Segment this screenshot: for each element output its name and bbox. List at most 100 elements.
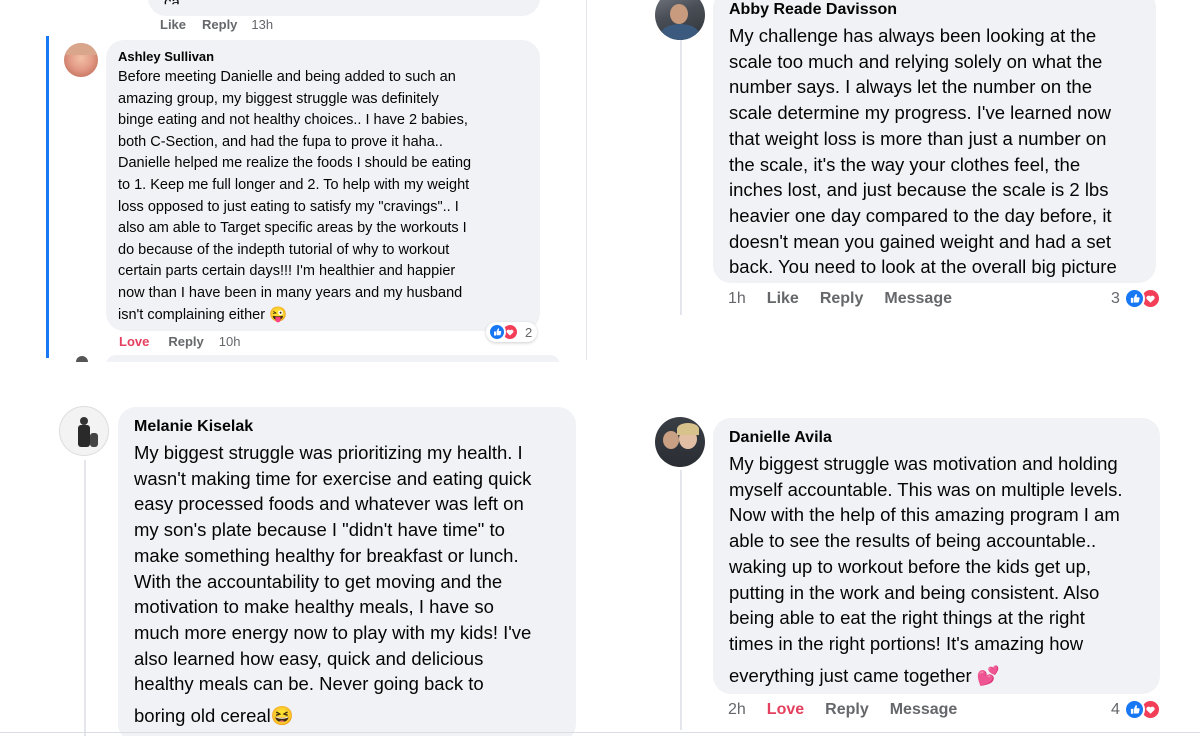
thread-highlight-bar bbox=[46, 36, 49, 358]
reaction-summary[interactable]: 3 bbox=[1111, 288, 1161, 309]
avatar-hair bbox=[64, 43, 98, 55]
avatar[interactable] bbox=[59, 406, 109, 456]
timestamp[interactable]: 10h bbox=[219, 334, 241, 349]
panel-top-left: ca. Like Reply 13h Ashley Sullivan Befor… bbox=[0, 0, 590, 362]
comment-bubble: Abby Reade Davisson My challenge has alw… bbox=[713, 0, 1156, 283]
avatar-figure-body bbox=[78, 425, 90, 447]
next-avatar-edge bbox=[76, 356, 88, 362]
thread-line bbox=[84, 460, 86, 736]
comment-line: certain parts certain days!!! I'm health… bbox=[118, 263, 456, 280]
comment-line: loss opposed to just eating to satisfy m… bbox=[118, 198, 459, 215]
panel-top-right: Abby Reade Davisson My challenge has alw… bbox=[600, 0, 1200, 330]
comment-line: that weight loss is more than just a num… bbox=[729, 127, 1107, 149]
comment-line: wasn't making time for exercise and eati… bbox=[134, 467, 532, 489]
comment-line: both C-Section, and had the fupa to prov… bbox=[118, 133, 443, 150]
comment-line: also am able to Target specific areas by… bbox=[118, 220, 467, 237]
comment-author[interactable]: Abby Reade Davisson bbox=[729, 0, 1156, 20]
thread-line bbox=[680, 40, 682, 315]
comment-actions: 2h Love Reply Message bbox=[728, 701, 957, 719]
comment-line: myself accountable. This was on multiple… bbox=[729, 478, 1123, 500]
previous-comment-tail: ca. bbox=[164, 0, 185, 11]
avatar[interactable] bbox=[655, 417, 705, 467]
like-reaction-icon bbox=[1123, 288, 1145, 309]
two-hearts-emoji-icon: 💕 bbox=[976, 664, 1000, 686]
comment-line: my son's plate because I "didn't have ti… bbox=[134, 519, 505, 541]
comment-line: number says. I always let the number on … bbox=[729, 76, 1092, 98]
avatar[interactable] bbox=[655, 0, 705, 40]
comment-actions: Love Reply 10h bbox=[119, 334, 240, 349]
avatar[interactable] bbox=[64, 43, 98, 77]
wink-tongue-emoji-icon: 😜 bbox=[269, 306, 288, 323]
reply-button[interactable]: Reply bbox=[202, 17, 237, 32]
reply-button[interactable]: Reply bbox=[825, 701, 869, 719]
comment-line: waking up to workout before the kids get… bbox=[729, 555, 1091, 577]
comment-line: scale too much and relying solely on wha… bbox=[729, 50, 1103, 72]
timestamp[interactable]: 2h bbox=[728, 701, 746, 719]
reaction-count: 3 bbox=[1111, 289, 1120, 307]
message-button[interactable]: Message bbox=[890, 701, 958, 719]
panel-bottom-left: Melanie Kiselak My biggest struggle was … bbox=[0, 380, 600, 736]
comment-line: My challenge has always been looking at … bbox=[729, 25, 1097, 46]
comment-line: My biggest struggle was prioritizing my … bbox=[134, 442, 523, 463]
message-button[interactable]: Message bbox=[884, 290, 952, 308]
panel-bottom-right: Danielle Avila My biggest struggle was m… bbox=[600, 380, 1200, 736]
comment-line: able to see the results of being account… bbox=[729, 530, 1097, 552]
comment-bubble: Ashley Sullivan Before meeting Danielle … bbox=[106, 40, 540, 331]
comment-line: Danielle helped me realize the foods I s… bbox=[118, 155, 472, 172]
like-button[interactable]: Like bbox=[767, 290, 799, 308]
timestamp[interactable]: 1h bbox=[728, 290, 746, 308]
comment-author[interactable]: Melanie Kiselak bbox=[134, 417, 576, 437]
love-button[interactable]: Love bbox=[767, 701, 804, 719]
comment-line: inches lost, and just because the scale … bbox=[729, 179, 1109, 201]
previous-comment-bubble: ca. bbox=[148, 0, 540, 16]
comment-line: Before meeting Danielle and being added … bbox=[118, 69, 456, 85]
love-button[interactable]: Love bbox=[119, 334, 149, 349]
avatar-hair-right bbox=[677, 423, 699, 435]
comment-line: isn't complaining either bbox=[118, 306, 266, 323]
comment-line: much more energy now to play with my kid… bbox=[134, 621, 532, 643]
comment-line: heavier one day compared to the day befo… bbox=[729, 204, 1112, 226]
comment-line: to 1. Keep me full longer and 2. To help… bbox=[118, 176, 470, 193]
reaction-count: 2 bbox=[525, 324, 533, 340]
comment-text: My challenge has always been looking at … bbox=[729, 23, 1156, 280]
comment-line: amazing group, my biggest struggle was d… bbox=[118, 90, 439, 107]
comment-line: everything just came together bbox=[729, 664, 972, 686]
comment-text: My biggest struggle was prioritizing my … bbox=[134, 440, 576, 729]
avatar-shirt bbox=[661, 24, 699, 40]
comment-line: times in the right portions! It's amazin… bbox=[729, 632, 1084, 654]
avatar-face bbox=[670, 4, 688, 24]
comment-text: Before meeting Danielle and being added … bbox=[118, 67, 540, 326]
comment-line: My biggest struggle was motivation and h… bbox=[729, 453, 1118, 474]
reaction-summary[interactable]: 2 bbox=[486, 322, 538, 342]
comment-line: do because of the indepth tutorial of wh… bbox=[118, 241, 450, 258]
comment-bubble: Melanie Kiselak My biggest struggle was … bbox=[118, 407, 576, 736]
comment-line: make something healthy for breakfast or … bbox=[134, 544, 519, 566]
reaction-summary[interactable]: 4 bbox=[1111, 699, 1161, 720]
comment-line: back. You need to look at the overall bi… bbox=[729, 256, 1117, 278]
reply-button[interactable]: Reply bbox=[168, 334, 203, 349]
comment-author[interactable]: Ashley Sullivan bbox=[118, 49, 540, 65]
comment-line: boring old cereal bbox=[134, 705, 271, 727]
reaction-count: 4 bbox=[1111, 700, 1120, 718]
thread-line bbox=[680, 470, 682, 730]
comment-line: Now with the help of this amazing progra… bbox=[729, 504, 1120, 526]
comment-line: also learned how easy, quick and delicio… bbox=[134, 647, 484, 669]
comment-bubble: Danielle Avila My biggest struggle was m… bbox=[713, 418, 1160, 694]
reply-button[interactable]: Reply bbox=[820, 290, 864, 308]
like-reaction-icon bbox=[488, 323, 506, 341]
comment-author[interactable]: Danielle Avila bbox=[729, 428, 1160, 448]
comment-line: the scale, it's the way your clothes fee… bbox=[729, 153, 1081, 175]
comment-actions: 1h Like Reply Message bbox=[728, 290, 952, 308]
panel-separator bbox=[586, 0, 587, 360]
like-button[interactable]: Like bbox=[160, 17, 186, 32]
avatar-figure-child bbox=[90, 433, 98, 447]
comment-line: motivation to make healthy meals, I have… bbox=[134, 596, 494, 618]
comment-line: healthy meals can be. Never going back t… bbox=[134, 673, 484, 695]
comment-line: With the accountability to get moving an… bbox=[134, 570, 503, 592]
comment-line: doesn't mean you gained weight and had a… bbox=[729, 230, 1112, 252]
previous-comment-actions: Like Reply 13h bbox=[160, 17, 273, 32]
timestamp[interactable]: 13h bbox=[251, 17, 273, 32]
grinning-squint-emoji-icon: 😆 bbox=[270, 705, 294, 727]
like-reaction-icon bbox=[1123, 699, 1145, 720]
comment-text: My biggest struggle was motivation and h… bbox=[729, 451, 1160, 688]
